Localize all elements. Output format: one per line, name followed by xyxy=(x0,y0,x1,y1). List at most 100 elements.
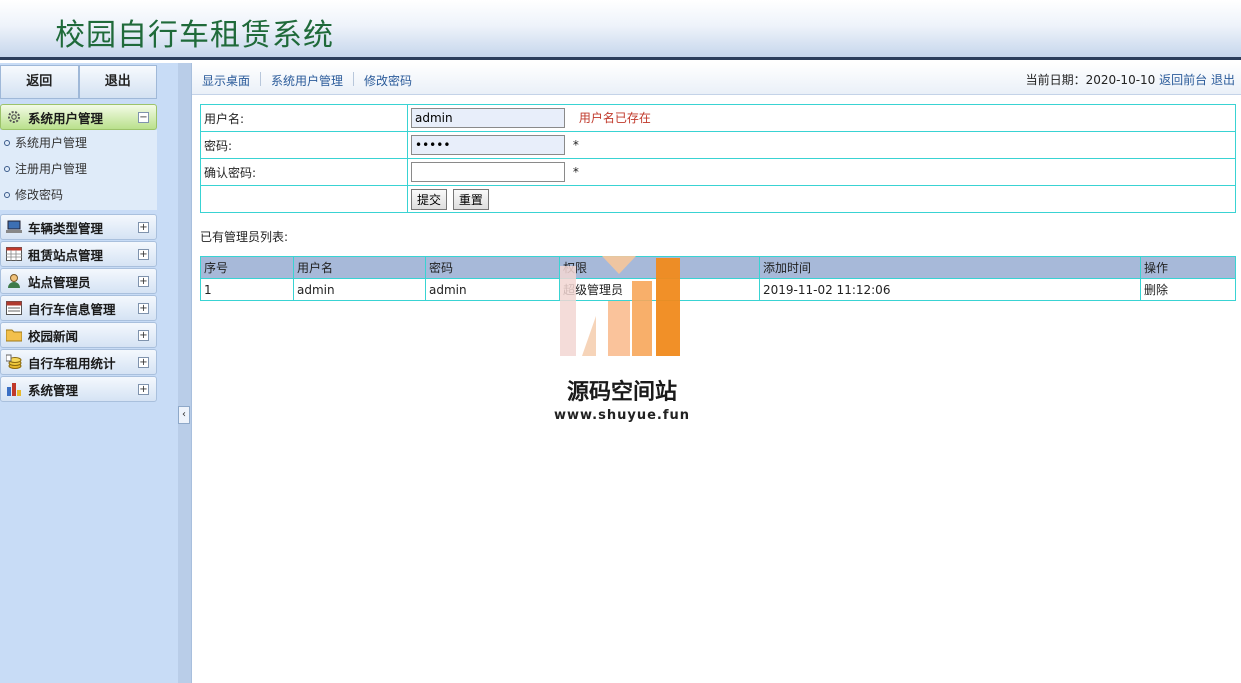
submenu-item-change-password[interactable]: 修改密码 xyxy=(0,182,157,208)
password-cell: * xyxy=(407,131,1236,159)
collapse-sidebar-button[interactable]: ‹ xyxy=(178,406,190,424)
divider xyxy=(260,72,262,86)
expand-toggle-icon[interactable]: + xyxy=(138,248,149,260)
confirm-cell: * xyxy=(407,158,1236,186)
laptop-icon xyxy=(4,219,24,235)
menu-group-campus-news[interactable]: 校园新闻 + xyxy=(0,322,157,348)
expand-toggle-icon[interactable]: + xyxy=(138,383,149,395)
divider xyxy=(353,72,355,86)
col-header-time: 添加时间 xyxy=(759,256,1141,279)
empty-cell xyxy=(200,185,408,213)
menu-group-label: 车辆类型管理 xyxy=(28,220,104,236)
form-row-username: 用户名: 用户名已存在 xyxy=(200,104,1236,132)
col-header-id: 序号 xyxy=(200,256,294,279)
confirm-password-label: 确认密码: xyxy=(200,158,408,186)
menu-group-label: 系统管理 xyxy=(28,382,79,398)
submenu-item-label: 系统用户管理 xyxy=(15,136,88,150)
expand-toggle-icon[interactable]: + xyxy=(138,356,149,368)
user-icon xyxy=(4,273,24,289)
calendar-icon xyxy=(4,246,24,262)
expand-toggle-icon[interactable]: + xyxy=(138,302,149,314)
breadcrumb-bar: 显示桌面 系统用户管理 修改密码 当前日期：2020-10-10 返回前台 退出 xyxy=(192,63,1241,95)
cell-password: admin xyxy=(425,278,560,301)
watermark: 源码空间站 www.shuyue.fun xyxy=(552,256,692,426)
menu-group-label: 校园新闻 xyxy=(28,328,79,344)
menu-group-rental-stats[interactable]: 自行车租用统计 + xyxy=(0,349,157,375)
cell-username: admin xyxy=(293,278,426,301)
expand-toggle-icon[interactable]: + xyxy=(138,275,149,287)
bullet-icon xyxy=(4,192,10,198)
submenu-item-registered-users[interactable]: 注册用户管理 xyxy=(0,156,157,182)
admin-list-title: 已有管理员列表: xyxy=(200,230,289,244)
form-row-actions: 提交 重置 xyxy=(200,185,1236,213)
confirm-password-input[interactable] xyxy=(411,162,565,182)
submenu-item-label: 注册用户管理 xyxy=(15,162,88,176)
expand-toggle-icon[interactable]: + xyxy=(138,221,149,233)
username-label: 用户名: xyxy=(200,104,408,132)
user-form: 用户名: 用户名已存在 密码: * 确认密码: * 提交 重置 xyxy=(200,104,1236,213)
crumb-change-password[interactable]: 修改密码 xyxy=(364,72,412,89)
crumb-system-users[interactable]: 系统用户管理 xyxy=(271,72,343,89)
submit-button[interactable]: 提交 xyxy=(411,188,448,210)
menu-group-rental-stations[interactable]: 租赁站点管理 + xyxy=(0,241,157,267)
back-button[interactable]: 返回 xyxy=(0,65,79,99)
delete-link[interactable]: 删除 xyxy=(1144,283,1168,297)
menu-group-label: 系统用户管理 xyxy=(28,110,104,126)
watermark-url: www.shuyue.fun xyxy=(553,408,691,423)
bar-chart-icon xyxy=(4,381,24,397)
home-link[interactable]: 返回前台 xyxy=(1159,73,1207,87)
password-label: 密码: xyxy=(200,131,408,159)
actions-cell: 提交 重置 xyxy=(407,185,1236,213)
app-title: 校园自行车租赁系统 xyxy=(55,18,334,53)
menu-group-label: 自行车信息管理 xyxy=(28,301,116,317)
gear-icon xyxy=(4,109,24,125)
collapse-toggle-icon[interactable]: − xyxy=(138,111,149,123)
table-header-row: 序号 用户名 密码 权限 添加时间 操作 xyxy=(200,256,1236,279)
menu-group-bike-info[interactable]: 自行车信息管理 + xyxy=(0,295,157,321)
menu-group-label: 站点管理员 xyxy=(28,274,91,290)
sidebar-splitter[interactable] xyxy=(178,63,192,683)
required-marker: * xyxy=(572,164,579,179)
watermark-logo-icon xyxy=(560,256,680,356)
menu-group-system-users[interactable]: 系统用户管理 − xyxy=(0,104,157,130)
col-header-username: 用户名 xyxy=(293,256,426,279)
current-date: 当前日期：2020-10-10 xyxy=(1025,73,1156,87)
menu-group-station-admins[interactable]: 站点管理员 + xyxy=(0,268,157,294)
password-input[interactable] xyxy=(411,135,565,155)
coins-icon xyxy=(4,354,24,370)
username-input[interactable] xyxy=(411,108,565,128)
menu-group-system-management[interactable]: 系统管理 + xyxy=(0,376,157,402)
admin-table: 序号 用户名 密码 权限 添加时间 操作 1 admin admin 超级管理员… xyxy=(200,256,1236,301)
submenu-item-system-users[interactable]: 系统用户管理 xyxy=(0,130,157,156)
cell-time: 2019-11-02 11:12:06 xyxy=(759,278,1141,301)
bullet-icon xyxy=(4,140,10,146)
logout-link[interactable]: 退出 xyxy=(1211,73,1235,87)
sidebar-menu: 返回 退出 系统用户管理 − 系统用户管理 注册用户管理 修改密码 车辆类型管理… xyxy=(0,63,157,683)
folder-icon xyxy=(4,327,24,343)
cell-action: 删除 xyxy=(1140,278,1236,301)
sidebar: 返回 退出 系统用户管理 − 系统用户管理 注册用户管理 修改密码 车辆类型管理… xyxy=(0,63,178,683)
submenu: 系统用户管理 注册用户管理 修改密码 xyxy=(0,130,157,210)
bullet-icon xyxy=(4,166,10,172)
logout-button[interactable]: 退出 xyxy=(78,65,157,99)
form-row-password: 密码: * xyxy=(200,131,1236,159)
breadcrumb: 显示桌面 系统用户管理 修改密码 xyxy=(202,72,412,89)
form-row-confirm: 确认密码: * xyxy=(200,158,1236,186)
reset-button[interactable]: 重置 xyxy=(452,188,489,210)
col-header-password: 密码 xyxy=(425,256,560,279)
username-error: 用户名已存在 xyxy=(578,110,651,125)
menu-group-vehicle-types[interactable]: 车辆类型管理 + xyxy=(0,214,157,240)
submenu-item-label: 修改密码 xyxy=(15,188,64,202)
required-marker: * xyxy=(572,137,579,152)
col-header-action: 操作 xyxy=(1140,256,1236,279)
expand-toggle-icon[interactable]: + xyxy=(138,329,149,341)
cell-id: 1 xyxy=(200,278,294,301)
menu-group-label: 自行车租用统计 xyxy=(28,355,116,371)
watermark-name: 源码空间站 xyxy=(566,380,677,405)
menu-group-label: 租赁站点管理 xyxy=(28,247,104,263)
crumb-show-desktop[interactable]: 显示桌面 xyxy=(202,72,250,89)
sidebar-top-buttons: 返回 退出 xyxy=(0,65,157,99)
username-cell: 用户名已存在 xyxy=(407,104,1236,132)
app-header: 校园自行车租赁系统 xyxy=(0,0,1241,60)
date-info: 当前日期：2020-10-10 返回前台 退出 xyxy=(1026,71,1235,88)
